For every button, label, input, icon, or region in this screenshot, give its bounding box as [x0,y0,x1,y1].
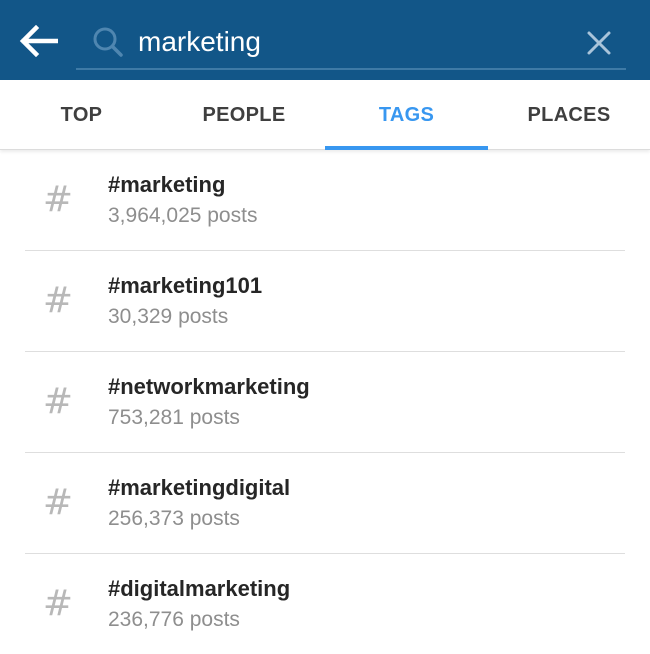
post-count: 256,373 posts [108,507,240,530]
hashtag-icon: # [42,280,74,321]
tab-tags[interactable]: TAGS [325,80,488,150]
hashtag-icon: # [42,381,74,422]
tab-top[interactable]: TOP [0,80,163,150]
search-field [76,14,626,70]
hashtag-name: #marketing [108,172,226,197]
hashtag-name: #digitalmarketing [108,576,291,601]
list-item[interactable]: # #marketing 3,964,025 posts [0,150,650,251]
tab-people[interactable]: PEOPLE [163,80,325,150]
hashtag-name: #marketing101 [108,273,263,298]
search-input[interactable] [138,22,558,62]
list-item[interactable]: # #networkmarketing 753,281 posts [0,352,650,453]
results-list: # #marketing 3,964,025 posts # #marketin… [0,150,650,654]
arrow-left-icon [19,25,58,57]
post-count: 3,964,025 posts [108,204,258,227]
tab-bar: TOP PEOPLE TAGS PLACES [0,80,650,150]
hashtag-name: #networkmarketing [108,374,310,399]
app-window: TOP PEOPLE TAGS PLACES # #marketing 3,96… [0,0,650,654]
hashtag-icon: # [42,583,74,624]
close-icon [587,31,611,55]
hashtag-name: #marketingdigital [108,475,291,500]
tab-places[interactable]: PLACES [488,80,650,150]
back-button[interactable] [16,22,60,60]
list-item[interactable]: # #marketingdigital 256,373 posts [0,453,650,554]
list-item[interactable]: # #marketing101 30,329 posts [0,251,650,352]
hashtag-icon: # [42,482,74,523]
search-icon [93,27,123,57]
list-item[interactable]: # #digitalmarketing 236,776 posts [0,554,650,654]
clear-search-button[interactable] [582,26,616,60]
post-count: 30,329 posts [108,305,229,328]
hashtag-icon: # [42,179,74,220]
search-header [0,0,650,80]
post-count: 236,776 posts [108,608,240,631]
post-count: 753,281 posts [108,406,240,429]
